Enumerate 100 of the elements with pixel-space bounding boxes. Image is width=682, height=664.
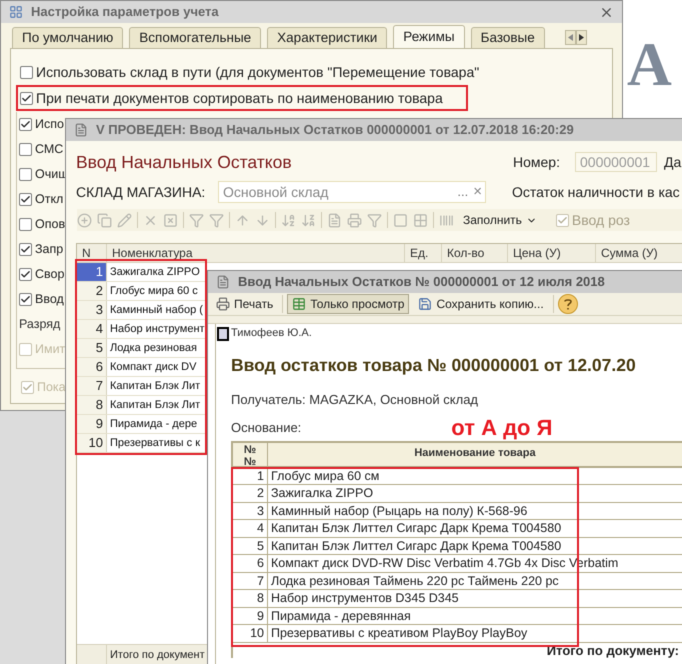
table-cell[interactable]: Глобус мира 60 с (107, 282, 198, 300)
checkbox-label: Ввод (35, 291, 64, 308)
tab[interactable]: Характеристики (267, 27, 388, 48)
table-cell[interactable]: Набор инструмент (107, 320, 205, 338)
table-cell[interactable]: Пирамида - дере (107, 415, 198, 433)
form-heading: Ввод Начальных Остатков (76, 150, 293, 174)
row-number-cell[interactable]: 4 (77, 320, 107, 338)
total-label: Итого по документу: (546, 642, 680, 658)
sort-ascending-icon[interactable] (281, 212, 296, 228)
barcode-icon[interactable] (439, 212, 454, 228)
square-icon (217, 326, 229, 340)
checkbox[interactable] (19, 243, 32, 256)
help-button[interactable] (558, 294, 578, 314)
save-icon (418, 297, 432, 311)
square-icon[interactable] (393, 212, 408, 228)
checkbox-label: Свор (35, 266, 64, 284)
tab[interactable]: Режимы (393, 25, 465, 48)
column-header: № № (233, 442, 268, 466)
table-cell[interactable]: Презервативы с к (107, 434, 200, 452)
help-icon (564, 298, 572, 310)
window-title: Настройка параметров учета (31, 3, 220, 22)
checkbox-label: Пока (37, 379, 66, 396)
table-cell: Зажигалка ZIPPO (268, 485, 682, 502)
row-number-cell[interactable]: 6 (77, 358, 107, 376)
document-icon (74, 123, 88, 137)
checkbox[interactable] (19, 143, 32, 156)
row-number-cell[interactable]: 3 (77, 301, 107, 319)
tab[interactable]: По умолчанию (12, 27, 124, 48)
table-footer: Итого по документ (107, 645, 205, 664)
filter-icon[interactable] (209, 212, 224, 228)
row-number-cell[interactable]: 10 (77, 434, 107, 452)
fill-button[interactable]: Заполнить (463, 211, 537, 229)
sort-descending-icon[interactable] (301, 212, 316, 228)
filter-icon[interactable] (367, 212, 382, 228)
basis-text: Основание: (231, 418, 302, 437)
table-cell[interactable]: Компакт диск DV (107, 358, 196, 376)
checkbox[interactable] (20, 66, 33, 78)
row-number-cell[interactable]: 7 (77, 377, 107, 395)
field-label: Номер: (513, 152, 561, 172)
checkbox[interactable] (19, 118, 32, 131)
table-cell: Каминный набор (Рыцарь на полу) К-568-96 (268, 502, 682, 519)
table-cell: Лодка резиновая Таймень 220 рс Таймень 220 рс (268, 572, 682, 589)
column-header[interactable]: Номенклатура (107, 244, 405, 262)
author-text: Тимофеев Ю.А. (231, 326, 312, 342)
window-title: Ввод Начальных Остатков № 000000001 от 12 июля 2018 (238, 273, 605, 292)
warehouse-field[interactable]: Основной склад ... × (218, 181, 486, 203)
filter-icon[interactable] (189, 212, 204, 228)
checkbox[interactable] (19, 168, 32, 181)
table-cell[interactable]: Лодка резиновая (107, 339, 197, 357)
checkbox-label: Имит (35, 341, 66, 358)
scroll-right-icon[interactable] (576, 30, 587, 45)
field-label: СКЛАД МАГАЗИНА: (76, 182, 206, 202)
document-icon[interactable] (327, 212, 342, 228)
grid-icon[interactable] (413, 212, 428, 228)
checkbox-label: Откл (35, 191, 64, 208)
pencil-icon[interactable] (117, 212, 132, 228)
column-header[interactable]: Ед. (405, 244, 442, 262)
checkbox-label: Испо (35, 116, 64, 134)
table-cell[interactable]: Зажигалка ZIPPO (107, 263, 200, 281)
column-header[interactable]: Сумма (У) (596, 244, 682, 262)
row-number-cell[interactable]: 9 (77, 415, 107, 433)
plus-circle-icon[interactable] (77, 212, 92, 228)
checkbox-label: СМС (35, 141, 64, 158)
row-number-cell[interactable]: 1 (77, 263, 107, 281)
save-copy-button[interactable]: Сохранить копию... (413, 294, 549, 314)
column-header[interactable]: N (77, 244, 107, 262)
choose-button[interactable]: ... (455, 182, 470, 202)
table-cell[interactable]: Капитан Блэк Лит (107, 377, 200, 395)
printer-icon[interactable] (347, 212, 362, 228)
column-header[interactable]: Кол-во (442, 244, 508, 262)
row-number-cell[interactable]: 2 (77, 282, 107, 300)
app-icon (9, 5, 23, 19)
checkbox[interactable] (19, 218, 32, 231)
view-only-button[interactable]: Только просмотр (287, 294, 410, 314)
table-cell[interactable]: Каминный набор ( (107, 301, 203, 319)
checkbox[interactable] (19, 268, 32, 281)
tab[interactable]: Базовые (470, 27, 545, 48)
checkbox[interactable] (19, 293, 32, 306)
clear-button[interactable]: × (470, 180, 485, 204)
arrow-down-icon[interactable] (255, 212, 270, 228)
field-label: Остаток наличности в кас (512, 182, 680, 202)
recipient-text: Получатель: MAGAZKA, Основной склад (231, 391, 480, 409)
annotation-text: от А до Я (451, 414, 552, 442)
tab[interactable]: Вспомогательные (129, 27, 262, 48)
document-icon (216, 275, 230, 289)
checkbox[interactable] (19, 193, 32, 206)
table-icon (292, 297, 306, 311)
copy-icon[interactable] (97, 212, 112, 228)
square-cross-icon[interactable] (163, 212, 178, 228)
checkbox-label: Запр (35, 241, 64, 258)
logo-letter: А (627, 34, 672, 96)
checkbox-label: Ввод роз (572, 210, 630, 230)
checkbox[interactable] (20, 92, 33, 104)
checkbox-label: При печати документов сортировать по наименованию товара (36, 88, 443, 108)
column-header: Наименование товара (268, 442, 682, 466)
print-button[interactable]: Печать (211, 294, 278, 314)
table-cell[interactable]: Капитан Блэк Лит (107, 396, 200, 414)
column-header[interactable]: Цена (У) (508, 244, 596, 262)
row-number-cell[interactable]: 5 (77, 339, 107, 357)
row-number-cell[interactable]: 8 (77, 396, 107, 414)
